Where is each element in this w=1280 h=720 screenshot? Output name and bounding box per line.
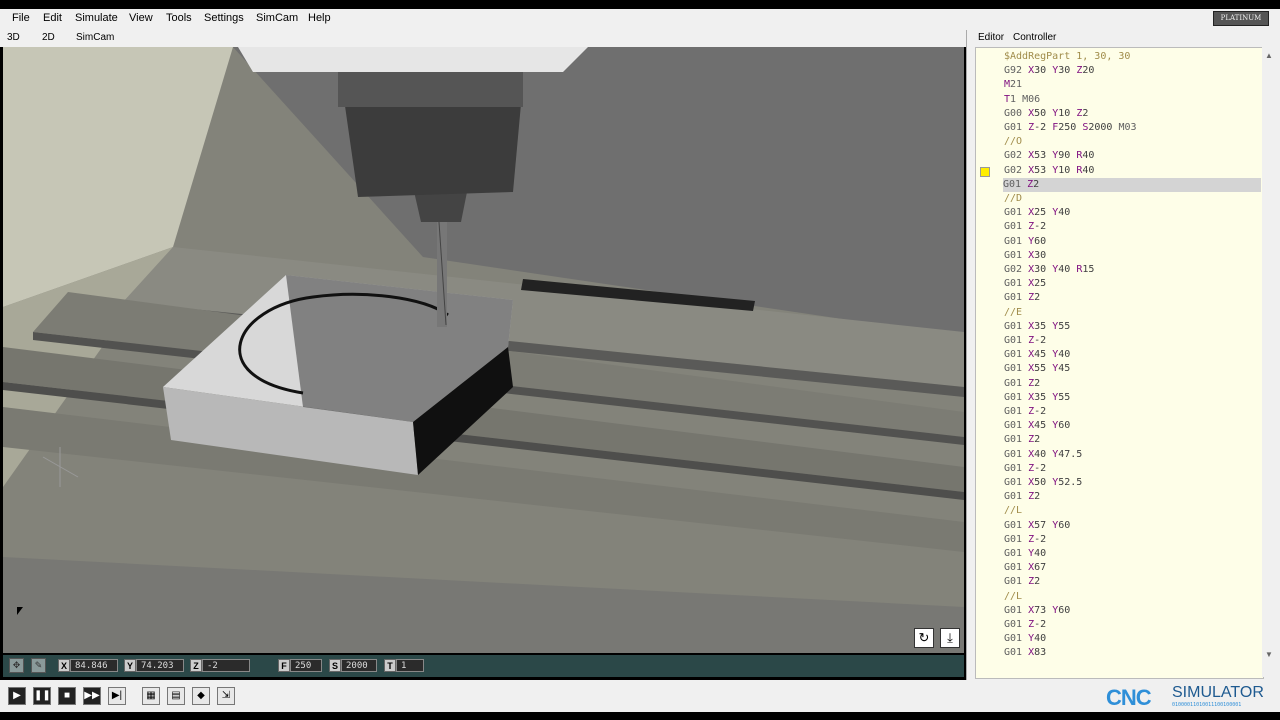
z-label: Z: [190, 659, 202, 672]
code-line[interactable]: G01 X30: [1004, 249, 1262, 263]
scroll-down-icon[interactable]: ▼: [1265, 650, 1273, 659]
code-line[interactable]: G02 X53 Y10 R40: [1004, 164, 1262, 178]
simulation-toolbar: ▶ ❚❚ ■ ▶▶ ▶| ▦ ▤ ◆ ⇲: [0, 680, 1280, 712]
cnc-simulator-logo: CNC SIMULATOR 01000011010011100100001: [1106, 683, 1276, 711]
code-line[interactable]: $AddRegPart 1, 30, 30: [1004, 50, 1262, 64]
code-line[interactable]: //E: [1004, 306, 1262, 320]
code-line[interactable]: T1 M06: [1004, 93, 1262, 107]
tab-3d[interactable]: 3D: [7, 32, 20, 43]
material-icon[interactable]: ◆: [192, 687, 210, 705]
tab-simcam[interactable]: SimCam: [76, 32, 114, 43]
tab-editor[interactable]: Editor: [978, 32, 1004, 43]
reset-view-icon[interactable]: ⤓: [940, 628, 960, 648]
code-line[interactable]: G01 X57 Y60: [1004, 519, 1262, 533]
code-line[interactable]: G01 X50 Y52.5: [1004, 476, 1262, 490]
code-line[interactable]: G01 X73 Y60: [1004, 604, 1262, 618]
menu-file[interactable]: File: [12, 12, 30, 24]
code-line[interactable]: G01 X35 Y55: [1004, 391, 1262, 405]
code-line[interactable]: G01 Y60: [1004, 235, 1262, 249]
view-tab-bar: 3D 2D SimCam: [0, 30, 970, 47]
tool-label: T: [384, 659, 396, 672]
editor-scrollbar[interactable]: ▲ ▼: [1262, 47, 1276, 677]
menu-help[interactable]: Help: [308, 12, 331, 24]
code-line[interactable]: G01 Y40: [1004, 632, 1262, 646]
edition-badge: PLATINUM EDITION: [1213, 11, 1269, 35]
rotate-view-icon[interactable]: ↻: [914, 628, 934, 648]
code-line[interactable]: G01 X25 Y40: [1004, 206, 1262, 220]
code-line[interactable]: G01 X83: [1004, 646, 1262, 660]
code-line[interactable]: G01 Y40: [1004, 547, 1262, 561]
z-readout: -2: [202, 659, 250, 672]
code-line[interactable]: G01 Z2: [1004, 377, 1262, 391]
spindle-label: S: [329, 659, 341, 672]
code-line[interactable]: G01 Z-2: [1004, 618, 1262, 632]
code-line[interactable]: G01 Z-2: [1004, 334, 1262, 348]
scroll-up-icon[interactable]: ▲: [1265, 51, 1273, 60]
code-line[interactable]: G01 Z2: [1004, 433, 1262, 447]
code-line[interactable]: G01 Z2: [1004, 575, 1262, 589]
step-button[interactable]: ▶|: [108, 687, 126, 705]
fast-forward-button[interactable]: ▶▶: [83, 687, 101, 705]
code-line[interactable]: G01 Z-2: [1004, 405, 1262, 419]
play-button[interactable]: ▶: [8, 687, 26, 705]
view-mode-icon[interactable]: ✥: [9, 658, 24, 673]
menu-tools[interactable]: Tools: [166, 12, 192, 24]
code-line[interactable]: G01 X40 Y47.5: [1004, 448, 1262, 462]
tool-library-icon[interactable]: ▤: [167, 687, 185, 705]
code-line[interactable]: G01 Z-2: [1004, 462, 1262, 476]
window-top-border: [0, 0, 1280, 9]
code-line[interactable]: //L: [1004, 504, 1262, 518]
code-line[interactable]: G01 Z2: [1004, 291, 1262, 305]
y-readout: 74.203: [136, 659, 184, 672]
code-line[interactable]: //D: [1004, 192, 1262, 206]
tab-controller[interactable]: Controller: [1013, 32, 1056, 43]
mouse-cursor-icon: [17, 607, 23, 615]
current-line-marker-icon: [980, 166, 990, 177]
code-line[interactable]: G01 X45 Y40: [1004, 348, 1262, 362]
code-line[interactable]: M21: [1004, 78, 1262, 92]
machine-scene: [3, 47, 964, 653]
gcode-editor[interactable]: $AddRegPart 1, 30, 30 G92 X30 Y30 Z20 M21 T…: [975, 47, 1264, 679]
tool-readout: 1: [396, 659, 424, 672]
menu-simcam[interactable]: SimCam: [256, 12, 298, 24]
code-line[interactable]: G01 X45 Y60: [1004, 419, 1262, 433]
code-line[interactable]: G02 X30 Y40 R15: [1004, 263, 1262, 277]
code-line[interactable]: G01 X25: [1004, 277, 1262, 291]
code-line[interactable]: G92 X30 Y30 Z20: [1004, 64, 1262, 78]
code-line[interactable]: G00 X50 Y10 Z2: [1004, 107, 1262, 121]
logo-binary: 01000011010011100100001: [1172, 702, 1242, 708]
pause-button[interactable]: ❚❚: [33, 687, 51, 705]
code-line[interactable]: G01 X55 Y45: [1004, 362, 1262, 376]
logo-text: SIMULATOR: [1172, 684, 1264, 701]
code-line[interactable]: G01 Z2: [1004, 490, 1262, 504]
menu-simulate[interactable]: Simulate: [75, 12, 118, 24]
feed-label: F: [278, 659, 290, 672]
menu-edit[interactable]: Edit: [43, 12, 62, 24]
y-label: Y: [124, 659, 136, 672]
code-line[interactable]: G01 Z-2: [1004, 533, 1262, 547]
menu-view[interactable]: View: [129, 12, 153, 24]
code-line[interactable]: G02 X53 Y90 R40: [1004, 149, 1262, 163]
tool-path-icon[interactable]: ✎: [31, 658, 46, 673]
code-line[interactable]: //L: [1004, 590, 1262, 604]
code-line[interactable]: G01 Z-2: [1004, 220, 1262, 234]
code-line[interactable]: G01 X67: [1004, 561, 1262, 575]
workpiece-icon[interactable]: ▦: [142, 687, 160, 705]
spindle-readout: 2000: [341, 659, 377, 672]
code-line[interactable]: G01 Z-2 F250 S2000 M03: [1004, 121, 1262, 135]
tab-2d[interactable]: 2D: [42, 32, 55, 43]
stop-button[interactable]: ■: [58, 687, 76, 705]
code-line[interactable]: G01 Z2: [1003, 177, 1261, 192]
x-label: X: [58, 659, 70, 672]
3d-viewport[interactable]: [3, 47, 964, 653]
coordinate-status-bar: ✥ ✎ X 84.846 Y 74.203 Z -2 F 250 S 2000 …: [3, 655, 964, 677]
logo-prefix: CNC: [1106, 685, 1152, 710]
menu-bar: File Edit Simulate View Tools Settings S…: [0, 9, 1280, 35]
feed-readout: 250: [290, 659, 322, 672]
export-icon[interactable]: ⇲: [217, 687, 235, 705]
x-readout: 84.846: [70, 659, 118, 672]
menu-settings[interactable]: Settings: [204, 12, 244, 24]
code-line[interactable]: G01 X35 Y55: [1004, 320, 1262, 334]
code-line[interactable]: //O: [1004, 135, 1262, 149]
